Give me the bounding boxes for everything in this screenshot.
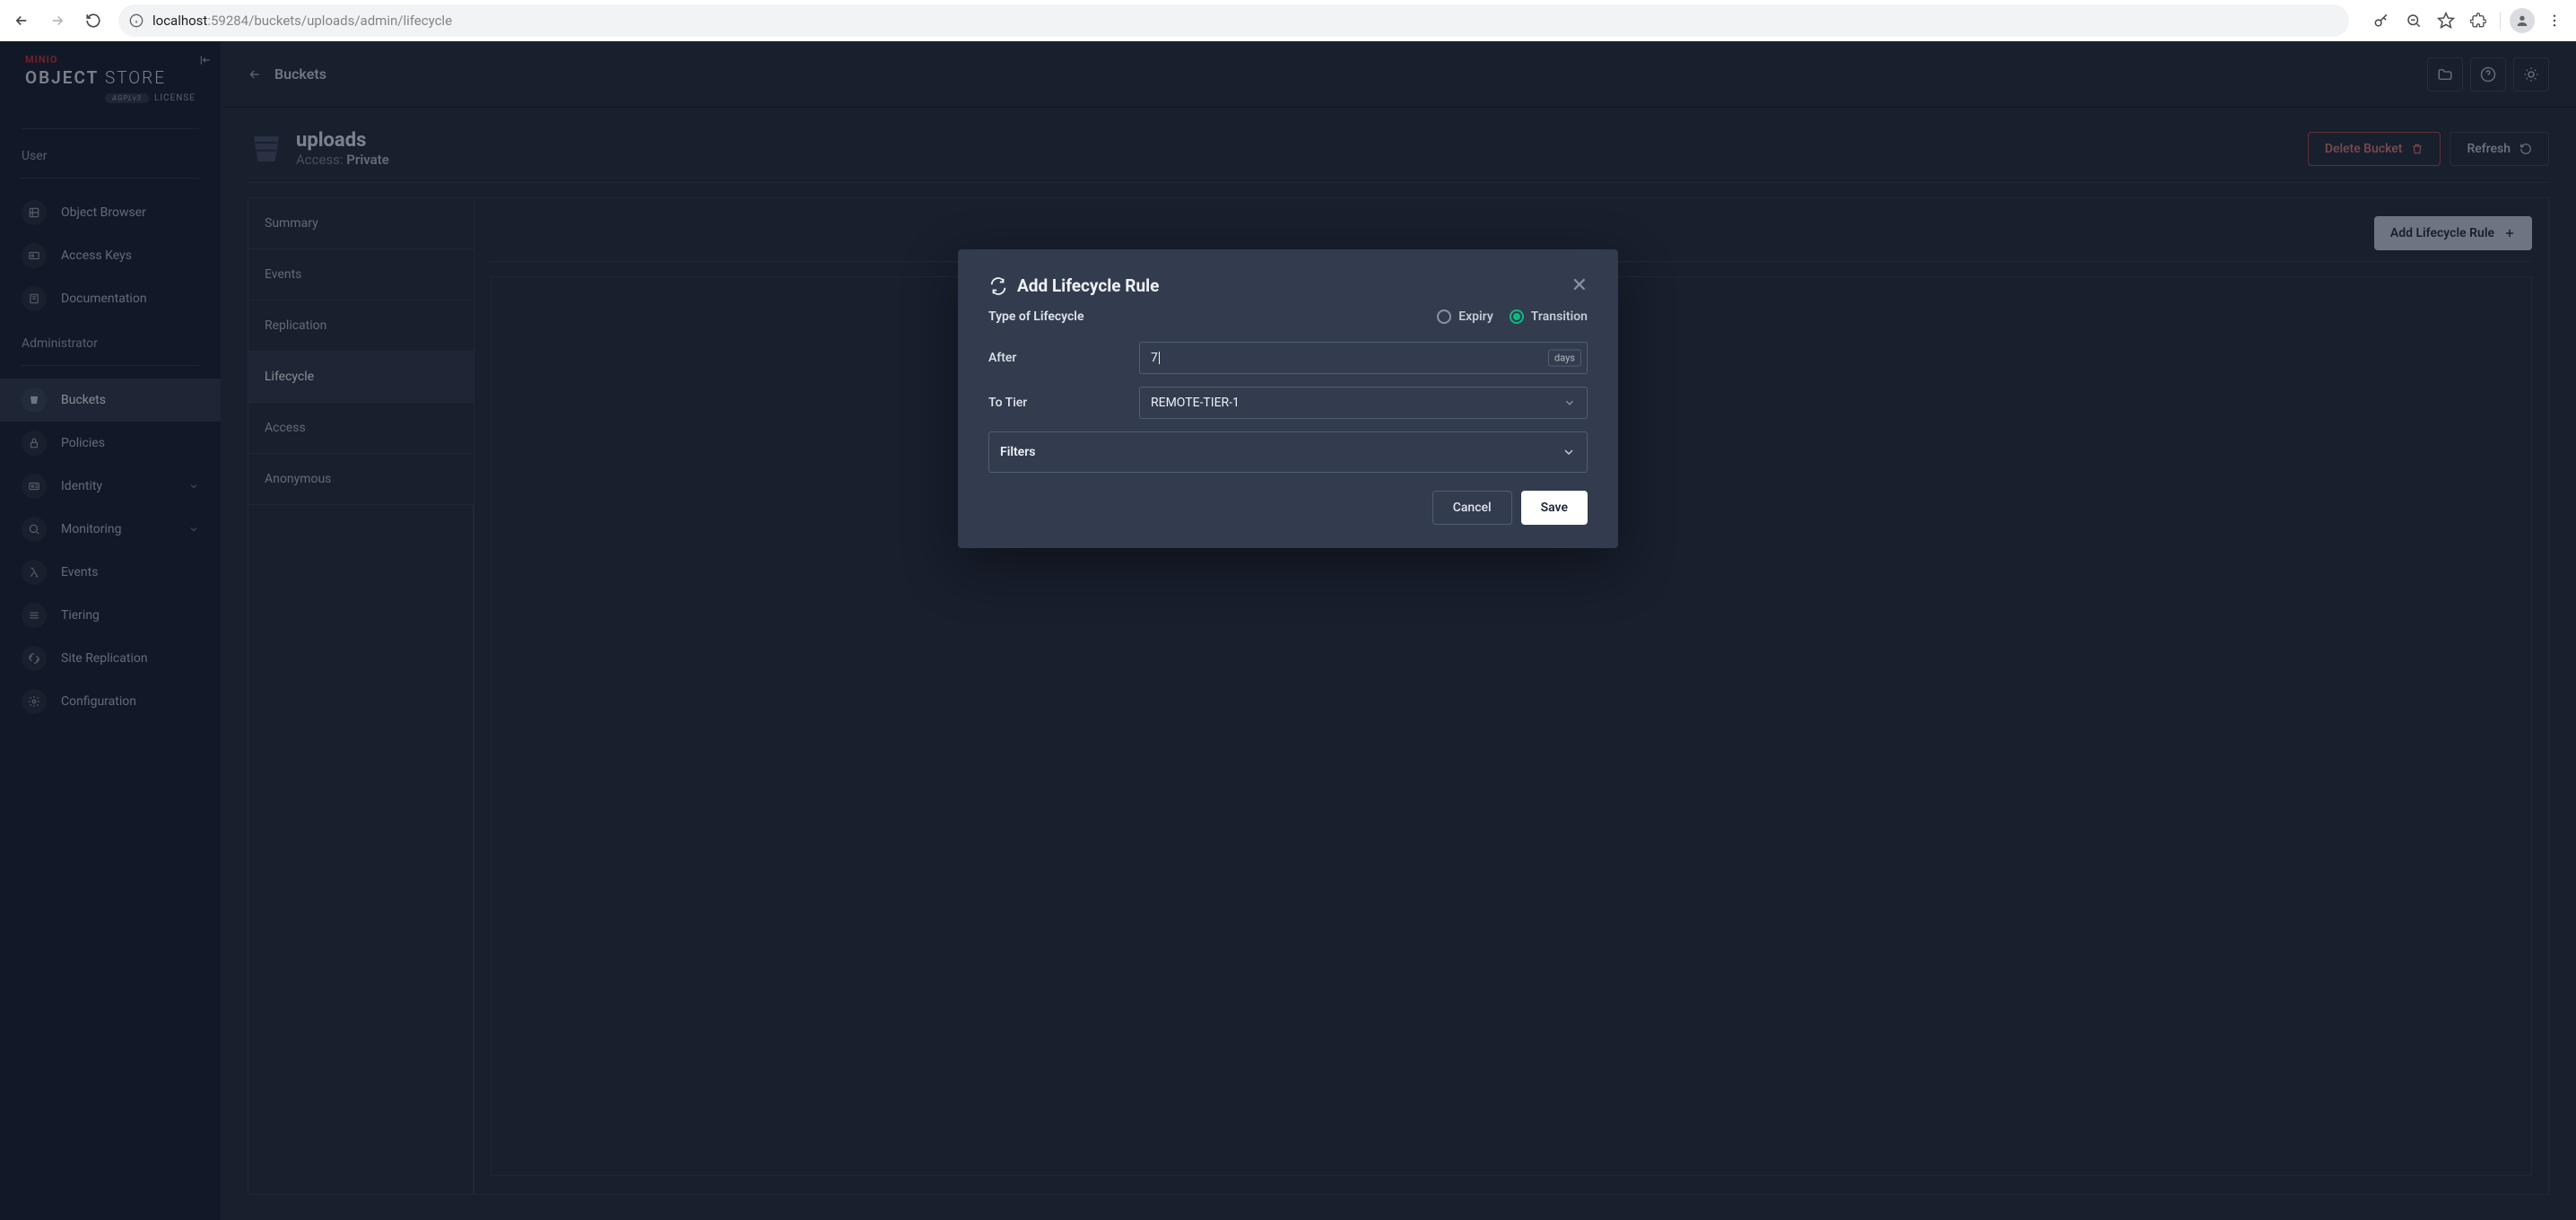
zoom-icon[interactable]	[2399, 6, 2428, 35]
days-unit: days	[1548, 350, 1581, 367]
url-text: localhost:59284/buckets/uploads/admin/li…	[152, 13, 452, 29]
after-value: 7	[1151, 351, 1158, 365]
transition-radio[interactable]: Transition	[1510, 309, 1588, 324]
after-label: After	[988, 351, 1139, 365]
filters-accordion[interactable]: Filters	[988, 431, 1588, 473]
expiry-radio[interactable]: Expiry	[1437, 309, 1493, 324]
after-input[interactable]: 7 days	[1139, 342, 1588, 374]
modal-backdrop[interactable]	[0, 41, 2576, 1220]
tier-value: REMOTE-TIER-1	[1151, 396, 1240, 410]
forward-icon[interactable]	[43, 6, 72, 35]
cancel-button[interactable]: Cancel	[1432, 491, 1512, 525]
kebab-menu-icon[interactable]	[2540, 6, 2569, 35]
browser-chrome: localhost:59284/buckets/uploads/admin/li…	[0, 0, 2576, 41]
close-icon[interactable]: ✕	[1571, 274, 1588, 297]
lifecycle-icon	[988, 276, 1008, 296]
expiry-label: Expiry	[1458, 309, 1493, 324]
to-tier-select[interactable]: REMOTE-TIER-1	[1139, 387, 1588, 419]
address-bar[interactable]: localhost:59284/buckets/uploads/admin/li…	[118, 4, 2349, 37]
radio-checked-icon	[1510, 309, 1524, 324]
chevron-down-icon	[1563, 396, 1576, 409]
radio-unchecked-icon	[1437, 309, 1451, 324]
profile-avatar[interactable]	[2508, 6, 2537, 35]
site-info-icon[interactable]	[129, 13, 144, 28]
password-key-icon[interactable]	[2367, 6, 2396, 35]
reload-icon[interactable]	[79, 6, 108, 35]
divider	[2500, 12, 2501, 30]
extensions-icon[interactable]	[2464, 6, 2493, 35]
app-root: MINIO OBJECT STORE AGPLv3LICENSE User Ob…	[0, 41, 2576, 1220]
type-of-lifecycle-label: Type of Lifecycle	[988, 309, 1421, 324]
add-lifecycle-modal: Add Lifecycle Rule ✕ Type of Lifecycle E…	[958, 249, 1618, 548]
save-button[interactable]: Save	[1521, 491, 1588, 525]
to-tier-label: To Tier	[988, 396, 1139, 410]
transition-label: Transition	[1531, 309, 1588, 324]
chevron-down-icon	[1562, 445, 1576, 459]
bookmark-star-icon[interactable]	[2432, 6, 2460, 35]
modal-title: Add Lifecycle Rule	[1017, 275, 1562, 296]
back-icon[interactable]	[7, 6, 36, 35]
filters-label: Filters	[1000, 445, 1562, 459]
chrome-toolbar-right	[2367, 6, 2569, 35]
